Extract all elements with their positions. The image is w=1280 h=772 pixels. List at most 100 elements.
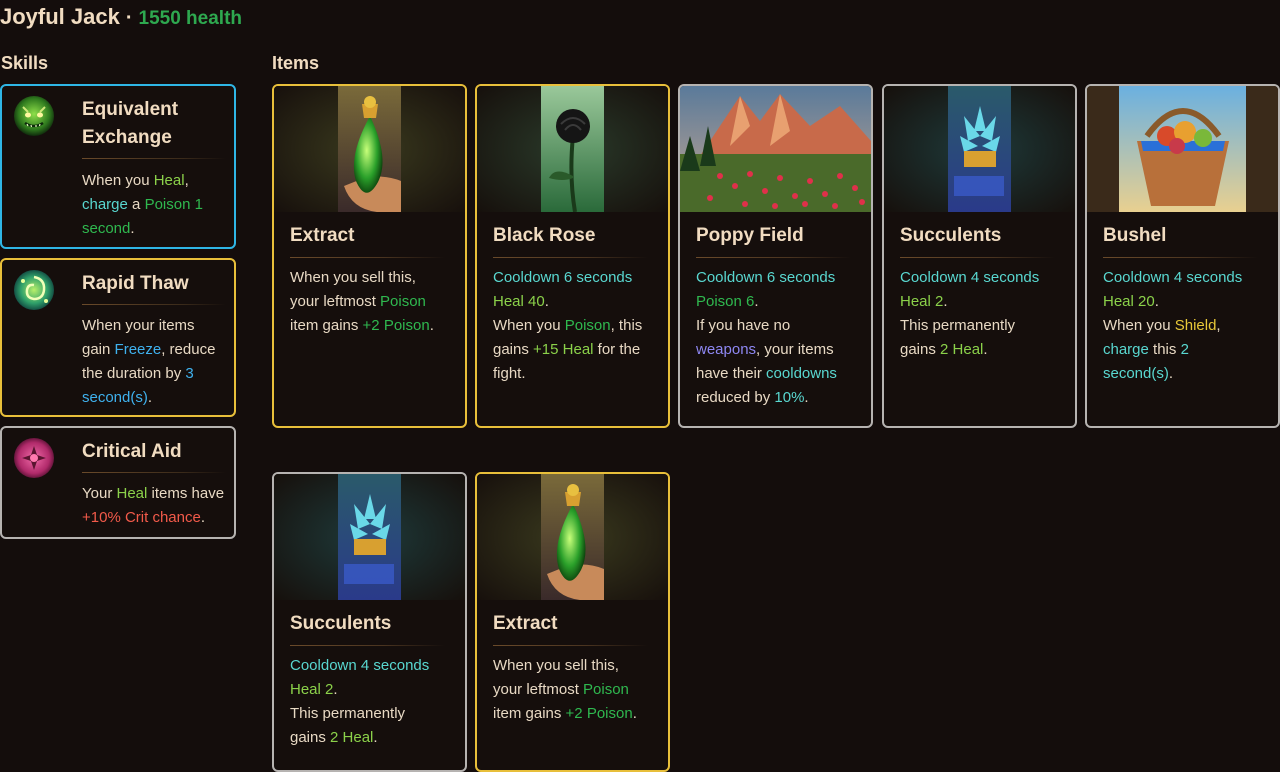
description-line: This permanently xyxy=(900,314,1070,338)
keyword-shield: Shield xyxy=(1174,317,1217,334)
description-text: When you xyxy=(1103,317,1175,334)
pink-mask-icon xyxy=(13,437,55,479)
description-text: . xyxy=(333,681,338,698)
description-text: reduced by xyxy=(696,389,775,406)
description-text: . xyxy=(200,509,205,526)
skill-card-equivalent-exchange[interactable]: Equivalent Exchange When you Heal, charge… xyxy=(0,84,236,249)
item-card-extract[interactable]: Extract When you sell this, your leftmost… xyxy=(272,84,467,428)
description-line: Heal 2. xyxy=(290,678,460,702)
keyword-cool: 10% xyxy=(774,389,805,406)
description-line: When your items xyxy=(82,314,232,338)
description-line: Cooldown 4 seconds xyxy=(1103,266,1273,290)
keyword-freeze: second(s) xyxy=(82,389,148,406)
divider xyxy=(493,645,648,646)
item-name: Extract xyxy=(493,613,558,634)
description-text: . xyxy=(804,389,809,406)
skills-heading: Skills xyxy=(1,53,49,73)
keyword-poison: Poison xyxy=(583,681,629,698)
description-line: second(s). xyxy=(82,386,232,410)
green-monster-icon xyxy=(13,95,55,137)
item-card-bushel[interactable]: Bushel Cooldown 4 seconds Heal 20. When yo… xyxy=(1085,84,1280,428)
item-description: Cooldown 4 seconds Heal 2. This permanentl… xyxy=(290,654,460,750)
keyword-cool: cooldowns xyxy=(766,365,837,382)
item-card-succulents[interactable]: Succulents Cooldown 4 seconds Heal 2. This… xyxy=(882,84,1077,428)
keyword-poison: Poison xyxy=(380,293,426,310)
description-text: This permanently xyxy=(900,317,1016,334)
skill-card-critical-aid[interactable]: Critical Aid Your Heal items have +10% Cr… xyxy=(0,426,236,539)
description-text: your leftmost xyxy=(493,681,584,698)
divider xyxy=(82,472,226,473)
description-line: gains +15 Heal for the xyxy=(493,338,663,362)
description-line: +10% Crit chance. xyxy=(82,506,232,530)
keyword-cool: Cooldown 4 seconds xyxy=(290,657,430,674)
items-heading: Items xyxy=(272,53,320,73)
description-text: . xyxy=(544,293,549,310)
description-text: have their xyxy=(696,365,767,382)
divider xyxy=(82,304,226,305)
succulents-art xyxy=(884,86,1075,212)
description-line: charge a Poison 1 xyxy=(82,193,232,217)
item-name: Extract xyxy=(290,225,355,246)
description-text: your leftmost xyxy=(290,293,381,310)
description-text: . xyxy=(429,317,434,334)
description-line: have their cooldowns xyxy=(696,362,866,386)
description-text: When you sell this, xyxy=(493,657,619,674)
skill-description: When your items gain Freeze, reduce the du… xyxy=(82,314,232,410)
poppy-field-art xyxy=(680,86,871,212)
description-text: . xyxy=(983,341,988,358)
description-line: second(s). xyxy=(1103,362,1273,386)
description-text: . xyxy=(130,220,135,237)
player-name: Joyful Jack xyxy=(0,4,120,29)
description-text: fight. xyxy=(493,365,526,382)
item-card-black-rose[interactable]: Black Rose Cooldown 6 seconds Heal 40. Whe… xyxy=(475,84,670,428)
item-name: Black Rose xyxy=(493,225,596,246)
description-line: charge this 2 xyxy=(1103,338,1273,362)
description-line: When you Heal, xyxy=(82,169,232,193)
keyword-heal: Heal 20 xyxy=(1103,293,1155,310)
description-text: gains xyxy=(290,729,331,746)
divider xyxy=(900,257,1055,258)
keyword-cool: Cooldown 4 seconds xyxy=(1103,269,1243,286)
keyword-cool: Cooldown 4 seconds xyxy=(900,269,1040,286)
description-text: item gains xyxy=(290,317,363,334)
item-card-succulents[interactable]: Succulents Cooldown 4 seconds Heal 2. This… xyxy=(272,472,467,772)
item-name: Poppy Field xyxy=(696,225,804,246)
description-line: Heal 20. xyxy=(1103,290,1273,314)
item-description: Cooldown 4 seconds Heal 20. When you Shiel… xyxy=(1103,266,1273,386)
description-line: If you have no xyxy=(696,314,866,338)
keyword-freeze: Freeze xyxy=(114,341,162,358)
description-line: When you Poison, this xyxy=(493,314,663,338)
description-line: Your Heal items have xyxy=(82,482,232,506)
description-line: Heal 40. xyxy=(493,290,663,314)
description-text: If you have no xyxy=(696,317,791,334)
item-card-poppy-field[interactable]: Poppy Field Cooldown 6 seconds Poison 6. I… xyxy=(678,84,873,428)
description-text: . xyxy=(754,293,759,310)
item-name: Bushel xyxy=(1103,225,1167,246)
keyword-poison: +2 Poison xyxy=(362,317,430,334)
item-name: Succulents xyxy=(900,225,1002,246)
divider xyxy=(290,645,445,646)
keyword-heal: +15 Heal xyxy=(533,341,594,358)
header-separator: · xyxy=(125,7,133,29)
description-line: When you sell this, xyxy=(290,266,460,290)
description-text: . xyxy=(943,293,948,310)
description-text: . xyxy=(147,389,153,406)
description-text: When you xyxy=(82,172,154,189)
extract-potion-art xyxy=(274,86,465,212)
item-card-extract[interactable]: Extract When you sell this, your leftmost… xyxy=(475,472,670,772)
description-text: . xyxy=(1154,293,1159,310)
keyword-heal: 2 Heal xyxy=(940,341,984,358)
item-description: Cooldown 4 seconds Heal 2. This permanentl… xyxy=(900,266,1070,362)
description-line: the duration by 3 xyxy=(82,362,232,386)
description-line: your leftmost Poison xyxy=(493,678,663,702)
skill-card-rapid-thaw[interactable]: Rapid Thaw When your items gain Freeze, r… xyxy=(0,258,236,417)
description-line: gains 2 Heal. xyxy=(900,338,1070,362)
item-description: Cooldown 6 seconds Poison 6. If you have n… xyxy=(696,266,866,410)
item-name: Succulents xyxy=(290,613,392,634)
item-description: Cooldown 6 seconds Heal 40. When you Poiso… xyxy=(493,266,663,386)
divider xyxy=(1103,257,1258,258)
skill-name: Equivalent Exchange xyxy=(82,99,179,148)
keyword-cool: second(s) xyxy=(1103,365,1169,382)
player-header: Joyful Jack · 1550 health xyxy=(0,4,242,34)
description-line: Heal 2. xyxy=(900,290,1070,314)
